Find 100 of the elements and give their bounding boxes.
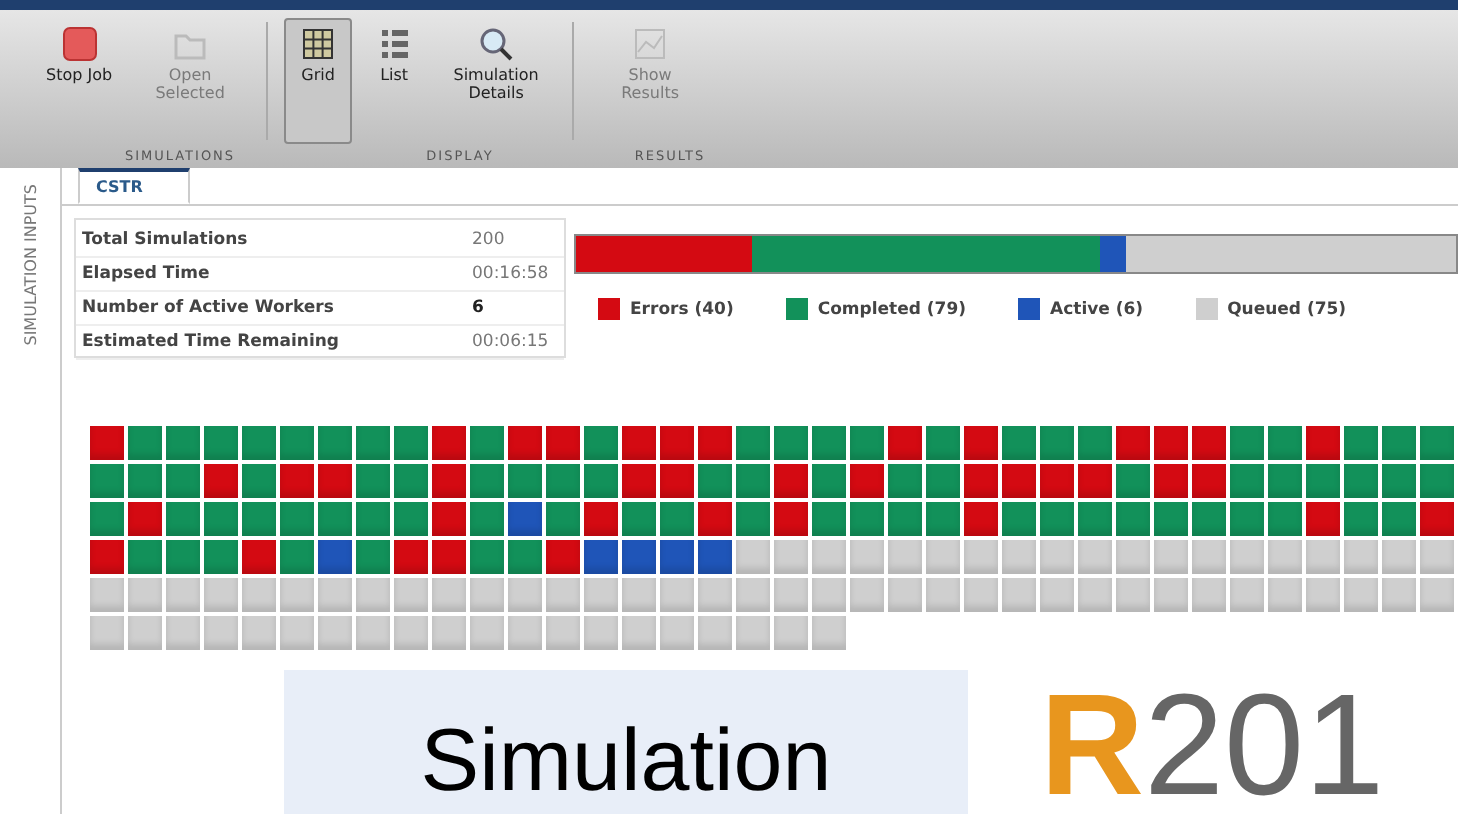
queued-cell[interactable]	[1040, 578, 1074, 612]
completed-cell[interactable]	[888, 464, 922, 498]
error-cell[interactable]	[698, 502, 732, 536]
completed-cell[interactable]	[812, 464, 846, 498]
completed-cell[interactable]	[850, 426, 884, 460]
queued-cell[interactable]	[470, 578, 504, 612]
active-cell[interactable]	[660, 540, 694, 574]
completed-cell[interactable]	[1230, 426, 1264, 460]
completed-cell[interactable]	[1268, 502, 1302, 536]
queued-cell[interactable]	[394, 616, 428, 650]
completed-cell[interactable]	[1192, 502, 1226, 536]
completed-cell[interactable]	[90, 502, 124, 536]
queued-cell[interactable]	[698, 578, 732, 612]
queued-cell[interactable]	[128, 578, 162, 612]
queued-cell[interactable]	[1116, 578, 1150, 612]
queued-cell[interactable]	[1306, 540, 1340, 574]
completed-cell[interactable]	[508, 540, 542, 574]
active-cell[interactable]	[622, 540, 656, 574]
queued-cell[interactable]	[1078, 578, 1112, 612]
completed-cell[interactable]	[622, 502, 656, 536]
error-cell[interactable]	[622, 426, 656, 460]
completed-cell[interactable]	[280, 426, 314, 460]
error-cell[interactable]	[318, 464, 352, 498]
active-cell[interactable]	[318, 540, 352, 574]
queued-cell[interactable]	[888, 578, 922, 612]
error-cell[interactable]	[1420, 502, 1454, 536]
queued-cell[interactable]	[850, 578, 884, 612]
queued-cell[interactable]	[204, 616, 238, 650]
error-cell[interactable]	[1192, 464, 1226, 498]
queued-cell[interactable]	[1230, 578, 1264, 612]
completed-cell[interactable]	[926, 464, 960, 498]
queued-cell[interactable]	[584, 578, 618, 612]
error-cell[interactable]	[584, 502, 618, 536]
completed-cell[interactable]	[166, 502, 200, 536]
error-cell[interactable]	[964, 464, 998, 498]
error-cell[interactable]	[90, 426, 124, 460]
queued-cell[interactable]	[1382, 540, 1416, 574]
toolbar-button[interactable]: List	[360, 18, 429, 145]
queued-cell[interactable]	[1040, 540, 1074, 574]
completed-cell[interactable]	[698, 464, 732, 498]
queued-cell[interactable]	[964, 540, 998, 574]
error-cell[interactable]	[964, 426, 998, 460]
completed-cell[interactable]	[204, 502, 238, 536]
error-cell[interactable]	[1116, 426, 1150, 460]
error-cell[interactable]	[1306, 426, 1340, 460]
error-cell[interactable]	[394, 540, 428, 574]
completed-cell[interactable]	[1230, 502, 1264, 536]
queued-cell[interactable]	[964, 578, 998, 612]
completed-cell[interactable]	[508, 464, 542, 498]
completed-cell[interactable]	[242, 426, 276, 460]
queued-cell[interactable]	[812, 540, 846, 574]
completed-cell[interactable]	[318, 502, 352, 536]
completed-cell[interactable]	[128, 540, 162, 574]
completed-cell[interactable]	[470, 502, 504, 536]
completed-cell[interactable]	[470, 540, 504, 574]
completed-cell[interactable]	[128, 426, 162, 460]
active-cell[interactable]	[584, 540, 618, 574]
error-cell[interactable]	[204, 464, 238, 498]
completed-cell[interactable]	[394, 464, 428, 498]
completed-cell[interactable]	[1344, 464, 1378, 498]
queued-cell[interactable]	[318, 578, 352, 612]
error-cell[interactable]	[90, 540, 124, 574]
completed-cell[interactable]	[166, 540, 200, 574]
completed-cell[interactable]	[1420, 464, 1454, 498]
error-cell[interactable]	[774, 502, 808, 536]
error-cell[interactable]	[546, 426, 580, 460]
completed-cell[interactable]	[736, 426, 770, 460]
queued-cell[interactable]	[204, 578, 238, 612]
queued-cell[interactable]	[128, 616, 162, 650]
completed-cell[interactable]	[394, 502, 428, 536]
queued-cell[interactable]	[1382, 578, 1416, 612]
completed-cell[interactable]	[812, 502, 846, 536]
completed-cell[interactable]	[584, 464, 618, 498]
completed-cell[interactable]	[242, 502, 276, 536]
completed-cell[interactable]	[1078, 502, 1112, 536]
error-cell[interactable]	[698, 426, 732, 460]
queued-cell[interactable]	[660, 578, 694, 612]
queued-cell[interactable]	[242, 616, 276, 650]
queued-cell[interactable]	[926, 578, 960, 612]
completed-cell[interactable]	[204, 540, 238, 574]
completed-cell[interactable]	[280, 540, 314, 574]
completed-cell[interactable]	[1268, 464, 1302, 498]
completed-cell[interactable]	[280, 502, 314, 536]
error-cell[interactable]	[774, 464, 808, 498]
completed-cell[interactable]	[1306, 464, 1340, 498]
completed-cell[interactable]	[926, 426, 960, 460]
completed-cell[interactable]	[128, 464, 162, 498]
queued-cell[interactable]	[736, 616, 770, 650]
active-cell[interactable]	[698, 540, 732, 574]
queued-cell[interactable]	[660, 616, 694, 650]
queued-cell[interactable]	[1230, 540, 1264, 574]
error-cell[interactable]	[1154, 464, 1188, 498]
queued-cell[interactable]	[280, 578, 314, 612]
completed-cell[interactable]	[356, 502, 390, 536]
error-cell[interactable]	[432, 426, 466, 460]
queued-cell[interactable]	[1002, 578, 1036, 612]
queued-cell[interactable]	[166, 616, 200, 650]
queued-cell[interactable]	[432, 578, 466, 612]
queued-cell[interactable]	[432, 616, 466, 650]
completed-cell[interactable]	[812, 426, 846, 460]
